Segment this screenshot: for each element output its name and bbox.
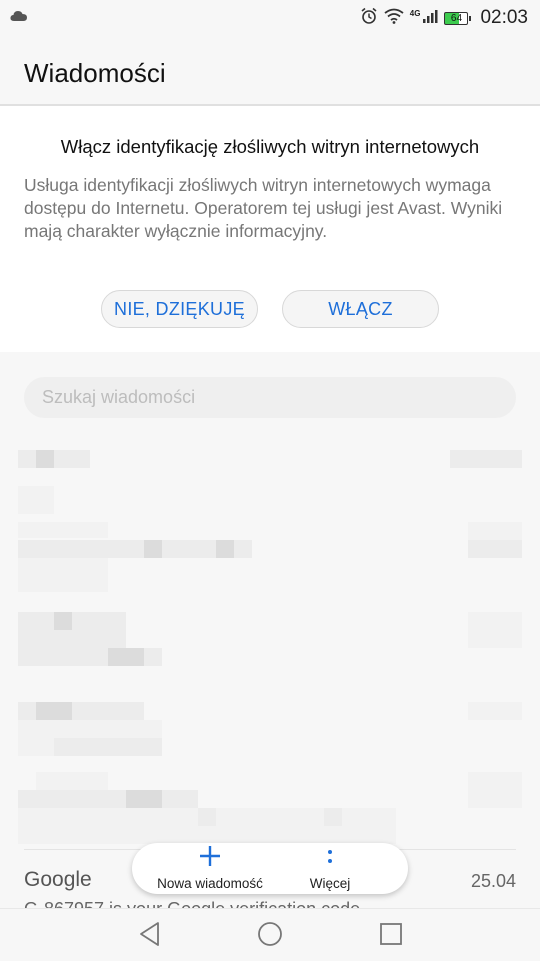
malicious-sites-card: Włącz identyfikację złośliwych witryn in… xyxy=(0,106,540,352)
blurred-text xyxy=(126,790,162,808)
back-icon[interactable] xyxy=(138,921,162,952)
cloud-icon xyxy=(10,9,28,28)
card-title: Włącz identyfikację złośliwych witryn in… xyxy=(60,136,480,157)
search-input[interactable]: Szukaj wiadomości xyxy=(24,377,516,418)
blurred-text xyxy=(18,486,54,504)
recents-icon[interactable] xyxy=(379,921,403,952)
card-body: Usługa identyfikacji złośliwych witryn i… xyxy=(24,175,503,241)
plus-icon xyxy=(196,843,224,874)
blurred-text xyxy=(468,612,522,648)
blurred-text xyxy=(108,648,144,666)
blurred-text xyxy=(198,808,216,826)
more-vert-icon xyxy=(325,843,335,874)
blurred-text xyxy=(36,702,72,720)
blurred-text xyxy=(18,522,108,538)
system-nav-bar xyxy=(0,908,540,961)
status-bar: 4G 64 02:03 xyxy=(0,0,540,36)
blurred-text xyxy=(468,540,522,558)
page-title: Wiadomości xyxy=(24,58,166,88)
decline-button[interactable]: NIE, DZIĘKUJĘ xyxy=(101,290,258,328)
blurred-text xyxy=(18,504,54,514)
blurred-text xyxy=(468,772,522,808)
home-icon[interactable] xyxy=(257,921,283,952)
blurred-text xyxy=(216,540,234,558)
alarm-icon xyxy=(360,7,378,30)
floating-action-bar: Nowa wiadomość Więcej xyxy=(132,843,408,894)
blurred-text xyxy=(144,540,162,558)
new-message-label: Nowa wiadomość xyxy=(157,876,263,891)
message-snippet: G-867957 is your Google verification cod… xyxy=(24,898,365,908)
blurred-text xyxy=(18,790,198,808)
enable-button[interactable]: WŁĄCZ xyxy=(282,290,439,328)
network-type: 4G xyxy=(409,8,421,18)
more-label: Więcej xyxy=(309,876,351,891)
blurred-text xyxy=(18,612,126,648)
blurred-text xyxy=(36,450,54,468)
conversation-list xyxy=(0,430,540,850)
blurred-text xyxy=(18,450,90,468)
blurred-text xyxy=(54,612,72,630)
blurred-text xyxy=(18,558,108,592)
message-date: 25.04 xyxy=(470,871,516,891)
blurred-text xyxy=(468,522,522,540)
clock: 02:03 xyxy=(480,7,528,28)
more-button[interactable]: Więcej xyxy=(280,843,380,894)
blurred-text xyxy=(324,808,342,826)
blurred-text xyxy=(54,738,162,756)
blurred-text xyxy=(36,772,108,790)
wifi-icon xyxy=(384,8,404,29)
new-message-button[interactable]: Nowa wiadomość xyxy=(142,843,278,894)
sender-name: Google xyxy=(24,868,92,891)
blurred-text xyxy=(450,450,522,468)
blurred-text xyxy=(468,702,522,720)
signal-icon xyxy=(422,8,438,29)
battery-indicator: 64 xyxy=(444,11,472,25)
app-header: Wiadomości xyxy=(0,36,540,106)
